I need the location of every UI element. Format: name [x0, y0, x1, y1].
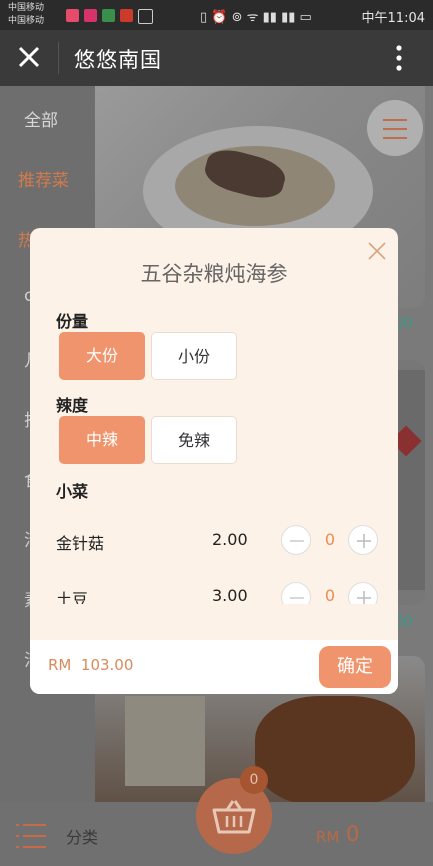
side-item-quantity: 0 [324, 530, 336, 549]
carrier-2: 中国移动 [8, 16, 45, 26]
category-label[interactable]: 分类 [66, 824, 98, 848]
modal-footer: RM 103.00 确定 [30, 640, 398, 694]
side-item-name: 土豆 [56, 590, 89, 604]
sidebar-item-all[interactable]: 全部 [6, 106, 101, 131]
side-item-name: 金针菇 [56, 534, 105, 553]
spice-label: 辣度 [56, 396, 89, 415]
cart-total: 0 [346, 822, 360, 846]
close-icon[interactable] [368, 242, 386, 260]
status-icons: ▯ ⏰ ⊚ ᯤ ▮▮ ▮▮ ▭ [200, 10, 312, 25]
decrement-button[interactable] [281, 582, 311, 604]
sim-icon [138, 9, 153, 24]
side-item-quantity: 0 [324, 586, 336, 604]
dish-options-modal: 五谷杂粮炖海参 份量 大份 小份 辣度 中辣 免辣 小菜 金针菇 2.00 0 … [30, 228, 398, 694]
portion-label: 份量 [56, 312, 89, 331]
close-icon[interactable] [18, 46, 40, 68]
cart-count-badge: 0 [240, 766, 268, 794]
app-header: 悠悠南国 [0, 30, 433, 86]
app-notification-icon [102, 9, 115, 22]
more-vert-icon[interactable] [394, 44, 404, 72]
floating-menu-button[interactable] [367, 100, 423, 156]
page-title: 悠悠南国 [74, 48, 162, 72]
app-notification-icon [120, 9, 133, 22]
modal-title: 五谷杂粮炖海参 [140, 262, 288, 286]
app-notification-icon [84, 9, 97, 22]
confirm-button[interactable]: 确定 [319, 646, 391, 688]
side-item-price: 3.00 [212, 586, 248, 604]
side-item-row-clip: 土豆 3.00 0 [30, 574, 398, 604]
app-notification-icon [66, 9, 79, 22]
hamburger-icon [383, 119, 407, 139]
increment-button[interactable] [348, 525, 378, 555]
category-list-icon[interactable] [16, 822, 46, 850]
clock: 中午11:04 [361, 11, 425, 26]
frame-image [125, 696, 205, 786]
portion-option-large[interactable]: 大份 [59, 332, 145, 380]
cart-currency: RM [316, 828, 340, 846]
decrement-button[interactable] [281, 525, 311, 555]
basket-icon [212, 800, 256, 834]
carrier-1: 中国移动 [8, 3, 45, 13]
modal-total-price: RM 103.00 [48, 656, 134, 674]
portion-option-small[interactable]: 小份 [151, 332, 237, 380]
spice-option-none[interactable]: 免辣 [151, 416, 237, 464]
tea-pot-image [255, 696, 415, 802]
side-item-price: 2.00 [212, 530, 248, 549]
increment-button[interactable] [348, 582, 378, 604]
sides-label: 小菜 [56, 482, 89, 501]
sidebar-item-recommended[interactable]: 推荐菜 [0, 166, 95, 191]
spice-option-medium[interactable]: 中辣 [59, 416, 145, 464]
header-divider [58, 42, 59, 74]
status-bar: 中国移动 中国移动 ▯ ⏰ ⊚ ᯤ ▮▮ ▮▮ ▭ 中午11:04 [0, 0, 433, 30]
